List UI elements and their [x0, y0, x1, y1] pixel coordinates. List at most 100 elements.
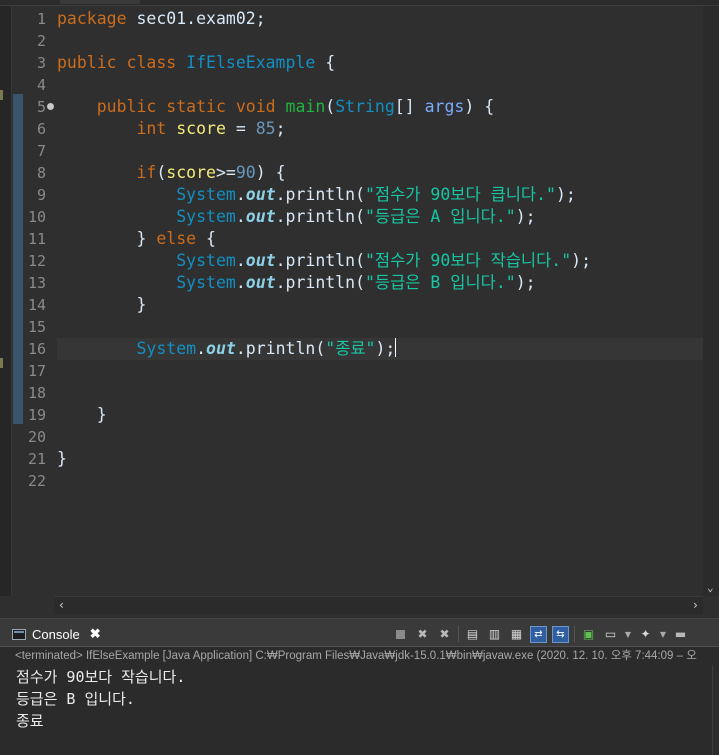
scroll-lock-icon[interactable]: ▥ — [486, 626, 503, 643]
word-wrap-icon[interactable]: ▦ — [508, 626, 525, 643]
vertical-scrollbar[interactable]: ⌄ — [703, 6, 719, 596]
method-println: println — [245, 339, 316, 358]
array-brackets: [] — [394, 97, 425, 116]
dot: . — [235, 273, 246, 292]
field-out: out — [245, 207, 276, 226]
line-number: 2 — [36, 32, 46, 50]
chevron-down-icon[interactable]: ▼ — [624, 626, 632, 643]
code-line-8: if(score>=90) { — [57, 162, 286, 184]
code-line-13: System.out.println("등급은 B 입니다."); — [57, 272, 535, 294]
toolbar-separator — [574, 626, 575, 642]
semicolon: ; — [275, 119, 286, 138]
class-system: System — [176, 251, 236, 270]
paren-close: ); — [515, 207, 536, 226]
field-out: out — [206, 339, 236, 358]
line-number: 6 — [36, 120, 46, 138]
code-line-11: } else { — [57, 228, 216, 250]
code-line-5: public static void main(String[] args) { — [57, 96, 494, 118]
line-number-ruler: 1 2 3 4 5 6 7 8 9 10 11 12 13 14 15 16 1… — [12, 6, 54, 596]
console-output[interactable]: 점수가 90보다 작습니다. 등급은 B 입니다. 종료 — [16, 666, 712, 732]
chevron-down-icon[interactable]: ⌄ — [707, 581, 714, 594]
line-number: 17 — [27, 362, 46, 380]
tab-console[interactable]: Console ✖ — [12, 623, 101, 645]
string-literal: "종료" — [325, 339, 376, 358]
keyword-else: else — [156, 229, 197, 248]
line-number: 7 — [36, 142, 46, 160]
java-editor[interactable]: 1 2 3 4 5 6 7 8 9 10 11 12 13 14 15 16 1… — [0, 0, 719, 614]
field-out: out — [245, 273, 276, 292]
terminate-icon[interactable] — [392, 626, 409, 643]
code-line-10: System.out.println("등급은 A 입니다."); — [57, 206, 536, 228]
chevron-left-icon[interactable]: ‹ — [58, 598, 65, 612]
assign-op: = — [225, 119, 256, 138]
dot: . — [275, 273, 286, 292]
line-number: 22 — [27, 472, 46, 490]
show-on-output-icon[interactable]: ⇆ — [552, 625, 569, 643]
method-name-main: main — [275, 97, 326, 116]
method-println: println — [285, 207, 356, 226]
class-name: IfElseExample — [186, 53, 316, 72]
open-console-icon[interactable]: ✦ — [637, 626, 654, 643]
overview-marker — [0, 358, 3, 368]
paren-open: ( — [315, 339, 326, 358]
field-out: out — [245, 185, 276, 204]
console-output-line: 등급은 B 입니다. — [16, 690, 135, 708]
keyword-package: package — [57, 9, 127, 28]
paren-open: ( — [355, 185, 365, 204]
paren-open: ( — [355, 207, 365, 226]
code-line-9: System.out.println("점수가 90보다 큽니다."); — [57, 184, 576, 206]
code-area[interactable]: package sec01.exam02; public class IfEls… — [57, 6, 703, 596]
close-brace: } — [136, 295, 147, 314]
display-selected-console-icon[interactable]: ▣ — [580, 626, 597, 643]
paren-close: ) { — [255, 163, 286, 182]
paren-close: ); — [555, 185, 576, 204]
keyword-public: public — [96, 97, 157, 116]
console-icon — [12, 628, 26, 640]
console-view: Console ✖ ✖ ✖ ▤ ▥ ▦ ⇄ ⇆ ▣ ▭ ▼ ✦ ▼ ▬ <ter… — [0, 618, 719, 755]
open-brace: { — [196, 229, 216, 248]
paren-close: ); — [571, 251, 592, 270]
paren-open: ( — [156, 163, 167, 182]
line-number: 13 — [27, 274, 46, 292]
minimize-icon[interactable]: ▬ — [672, 626, 689, 643]
code-line-3: public class IfElseExample { — [57, 52, 335, 74]
number-literal: 85 — [255, 119, 276, 138]
keyword-public: public — [57, 53, 117, 72]
line-number: 20 — [27, 428, 46, 446]
paren-close: ); — [375, 339, 396, 358]
line-number: 3 — [36, 54, 46, 72]
dot: . — [196, 339, 207, 358]
string-literal: "등급은 B 입니다." — [365, 273, 516, 292]
chevron-right-icon[interactable]: › — [692, 598, 699, 612]
horizontal-scrollbar[interactable]: ‹ › — [54, 596, 703, 614]
overview-marker — [0, 90, 3, 100]
pin-console-icon[interactable]: ⇄ — [530, 625, 547, 643]
keyword-void: void — [225, 97, 276, 116]
console-output-line: 점수가 90보다 작습니다. — [16, 668, 186, 686]
toolbar-separator — [458, 626, 459, 642]
paren-open: ( — [325, 97, 336, 116]
clear-console-icon[interactable]: ▤ — [464, 626, 481, 643]
fold-collapse-icon[interactable] — [47, 103, 54, 110]
code-line-6: int score = 85; — [57, 118, 286, 140]
line-number: 11 — [27, 230, 46, 248]
keyword-class: class — [116, 53, 187, 72]
console-toolbar: ✖ ✖ ▤ ▥ ▦ ⇄ ⇆ ▣ ▭ ▼ ✦ ▼ ▬ — [392, 624, 689, 644]
close-icon[interactable]: ✖ — [90, 626, 101, 642]
editor-tab-fragment[interactable] — [60, 0, 140, 4]
remove-all-launches-icon[interactable]: ✖ — [436, 626, 453, 643]
chevron-down-icon[interactable]: ▼ — [659, 626, 667, 643]
remove-launch-icon[interactable]: ✖ — [414, 626, 431, 643]
tab-console-label: Console — [32, 626, 80, 642]
console-menu-icon[interactable]: ▭ — [602, 626, 619, 643]
dot: . — [235, 251, 246, 270]
console-vertical-scrollbar[interactable] — [712, 665, 719, 755]
method-println: println — [285, 273, 356, 292]
line-number: 18 — [27, 384, 46, 402]
console-process-description: <terminated> IfElseExample [Java Applica… — [15, 650, 697, 662]
package-name: sec01.exam02; — [126, 9, 266, 28]
